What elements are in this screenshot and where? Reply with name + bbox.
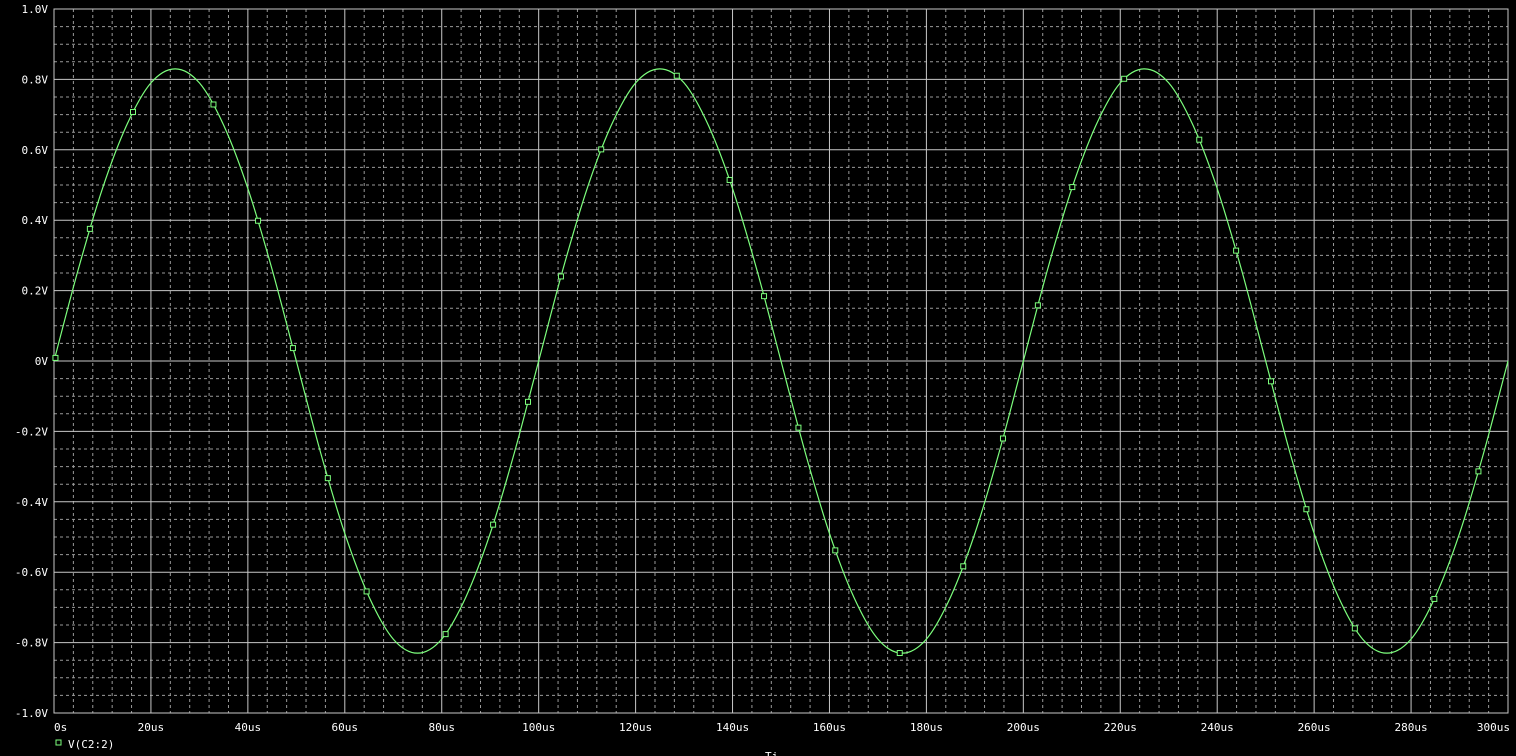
data-point-marker <box>130 108 137 115</box>
x-tick-label: 100us <box>522 721 555 734</box>
x-tick-label: 40us <box>235 721 262 734</box>
data-point-marker <box>1034 302 1041 309</box>
data-point-marker <box>673 72 680 79</box>
y-tick-label: -1.0V <box>15 707 48 720</box>
data-point-marker <box>960 563 967 570</box>
x-tick-label: 200us <box>1007 721 1040 734</box>
data-point-marker <box>289 345 296 352</box>
x-tick-label: 220us <box>1104 721 1137 734</box>
y-tick-label: 1.0V <box>22 3 49 16</box>
legend-label: V(C2:2) <box>68 738 114 751</box>
data-point-marker <box>1303 506 1310 513</box>
data-point-marker <box>255 217 262 224</box>
data-point-marker <box>363 588 370 595</box>
data-point-marker <box>210 101 217 108</box>
data-point-marker <box>761 293 768 300</box>
x-tick-label: 60us <box>332 721 359 734</box>
data-point-marker <box>1351 625 1358 632</box>
data-point-marker <box>557 273 564 280</box>
y-tick-label: 0.4V <box>22 214 49 227</box>
data-point-marker <box>896 650 903 657</box>
x-tick-label: 140us <box>716 721 749 734</box>
plot-area: 1.0V 0.8V 0.6V 0.4V 0.2V 0V -0.2V -0.4V -0.6V -0.… <box>15 3 1510 756</box>
y-tick-label: -0.2V <box>15 425 48 438</box>
y-tick-label: -0.8V <box>15 637 48 650</box>
data-point-marker <box>832 547 839 554</box>
y-tick-label: 0.6V <box>22 144 49 157</box>
x-tick-label: 260us <box>1298 721 1331 734</box>
x-tick-label: 180us <box>910 721 943 734</box>
data-point-marker <box>1431 595 1438 602</box>
y-tick-label: 0.2V <box>22 285 49 298</box>
data-point-marker <box>1475 468 1482 475</box>
y-tick-label: 0.8V <box>22 73 49 86</box>
x-tick-label: 300us <box>1477 721 1510 734</box>
x-axis-ticks: 0s 20us 40us 60us 80us 100us 120us 140us 160us 18… <box>54 721 1510 734</box>
x-tick-label: 120us <box>619 721 652 734</box>
data-point-marker <box>1196 136 1203 143</box>
x-tick-label: 20us <box>138 721 165 734</box>
x-axis-title: Ti <box>765 750 778 756</box>
x-tick-label: 0s <box>54 721 67 734</box>
x-tick-label: 280us <box>1395 721 1428 734</box>
y-tick-label: -0.6V <box>15 566 48 579</box>
data-point-marker <box>1121 75 1128 82</box>
data-point-marker <box>525 398 532 405</box>
x-tick-label: 160us <box>813 721 846 734</box>
data-point-marker <box>1267 378 1274 385</box>
data-point-marker <box>1233 247 1240 254</box>
y-tick-label: -0.4V <box>15 496 48 509</box>
square-marker-icon <box>55 739 62 746</box>
data-point-marker <box>324 475 331 482</box>
data-point-marker <box>52 354 59 361</box>
data-point-marker <box>442 631 449 638</box>
data-point-marker <box>598 146 605 153</box>
data-point-marker <box>490 521 497 528</box>
legend: V(C2:2) <box>55 738 114 751</box>
y-axis-ticks: 1.0V 0.8V 0.6V 0.4V 0.2V 0V -0.2V -0.4V -0.6V -0.… <box>15 3 48 720</box>
x-tick-label: 80us <box>428 721 455 734</box>
data-point-marker <box>726 176 733 183</box>
data-point-marker <box>795 424 802 431</box>
data-point-marker <box>999 435 1006 442</box>
x-tick-label: 240us <box>1201 721 1234 734</box>
data-point-marker <box>1069 184 1076 191</box>
y-tick-label: 0V <box>35 355 49 368</box>
data-point-marker <box>86 225 93 232</box>
